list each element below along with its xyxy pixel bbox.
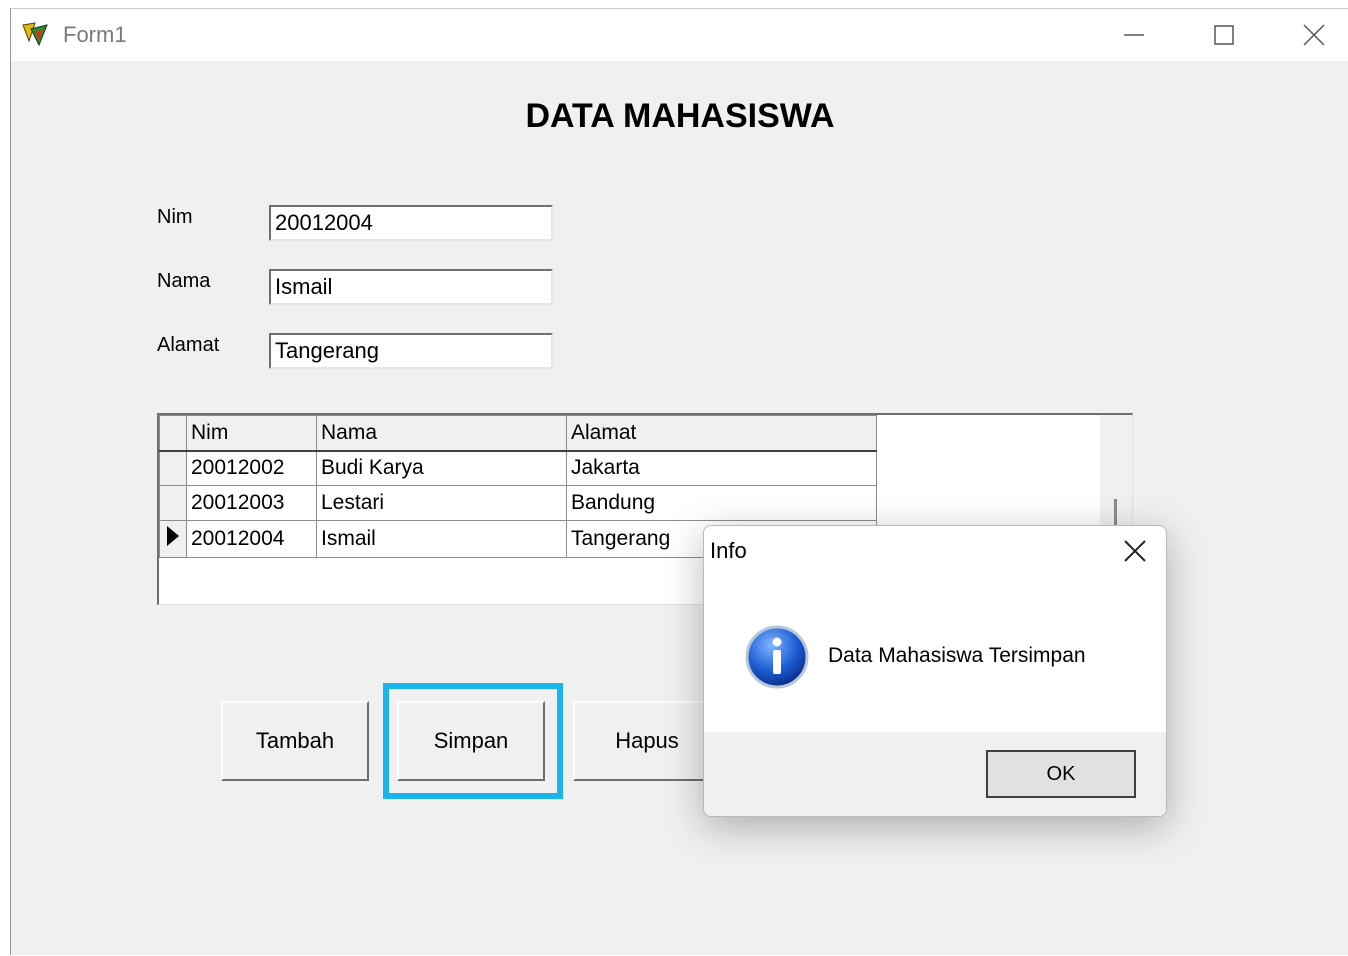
cell-nim[interactable]: 20012002 [186, 450, 317, 486]
cell-alamat[interactable]: Jakarta [566, 450, 877, 486]
header-indicator-cell [159, 415, 187, 452]
current-row-arrow-icon [167, 526, 179, 546]
row-indicator[interactable] [159, 520, 187, 558]
column-header-nim[interactable]: Nim [186, 415, 317, 452]
info-dialog: Info Data Mahasiswa Tersimpan OK [703, 525, 1167, 817]
ok-button[interactable]: OK [986, 750, 1136, 798]
app-icon [22, 22, 48, 47]
close-button[interactable] [1269, 9, 1348, 61]
row-indicator[interactable] [159, 485, 187, 521]
window-title: Form1 [63, 22, 127, 47]
tambah-button[interactable]: Tambah [221, 701, 369, 781]
hapus-button[interactable]: Hapus [573, 701, 721, 781]
dialog-title: Info [710, 538, 747, 563]
info-icon [745, 625, 809, 689]
grid-header-row: Nim Nama Alamat [159, 415, 877, 452]
main-window: Form1 DATA MAHASISWA Nim 20012004 Nama I… [10, 8, 1348, 955]
dialog-close-icon[interactable] [1122, 538, 1148, 564]
page-title: DATA MAHASISWA [525, 97, 835, 135]
cell-nim[interactable]: 20012004 [186, 520, 317, 558]
cell-nim[interactable]: 20012003 [186, 485, 317, 521]
dialog-footer: OK [704, 732, 1166, 816]
alamat-field[interactable]: Tangerang [269, 333, 553, 369]
column-header-nama[interactable]: Nama [316, 415, 567, 452]
nim-label: Nim [157, 206, 193, 228]
close-icon [1303, 24, 1325, 46]
nama-label: Nama [157, 270, 211, 292]
table-row[interactable]: 20012002 Budi Karya Jakarta [159, 450, 877, 486]
maximize-button[interactable] [1179, 9, 1269, 61]
nama-field[interactable]: Ismail [269, 269, 553, 305]
minimize-button[interactable] [1089, 9, 1179, 61]
cell-nama[interactable]: Ismail [316, 520, 567, 558]
alamat-label: Alamat [157, 334, 220, 356]
row-indicator[interactable] [159, 450, 187, 486]
table-row[interactable]: 20012003 Lestari Bandung [159, 485, 877, 521]
nim-field[interactable]: 20012004 [269, 205, 553, 241]
cell-nama[interactable]: Lestari [316, 485, 567, 521]
simpan-highlight-box [383, 683, 563, 799]
minimize-icon [1124, 34, 1144, 36]
column-header-alamat[interactable]: Alamat [566, 415, 877, 452]
dialog-message: Data Mahasiswa Tersimpan [828, 644, 1086, 667]
cell-alamat[interactable]: Bandung [566, 485, 877, 521]
cell-nama[interactable]: Budi Karya [316, 450, 567, 486]
maximize-icon [1214, 25, 1234, 45]
title-bar: Form1 [11, 9, 1348, 61]
